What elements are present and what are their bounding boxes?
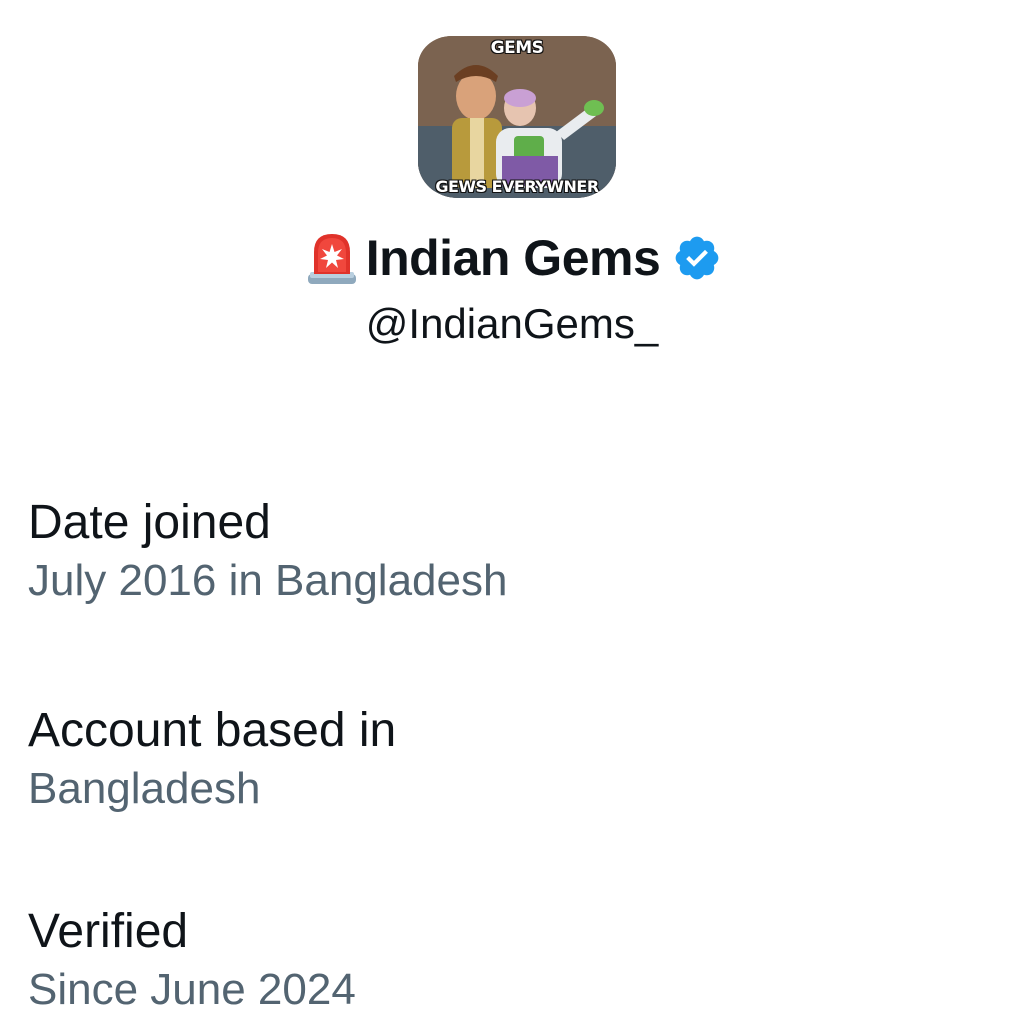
- date-joined-value: July 2016 in Bangladesh: [28, 556, 508, 605]
- verified-value: Since June 2024: [28, 965, 356, 1014]
- verified-label: Verified: [28, 905, 189, 958]
- date-joined-section: Date joined July 2016 in Bangladesh: [28, 494, 507, 610]
- avatar-image: [418, 36, 616, 198]
- profile-name-row: Indian Gems: [0, 228, 1024, 288]
- rotating-light-icon: [307, 234, 356, 284]
- account-based-in-label: Account based in: [28, 704, 397, 757]
- profile-handle: @IndianGems_: [365, 300, 659, 347]
- verified-badge-icon[interactable]: [672, 233, 722, 283]
- avatar-caption-bottom: GEWS EVERYWNER: [435, 177, 599, 196]
- account-based-in-section: Account based in Bangladesh: [28, 702, 396, 818]
- display-name: Indian Gems: [365, 230, 661, 286]
- avatar-caption-top: GEMS: [490, 38, 544, 58]
- profile-avatar[interactable]: GEMS GEWS EVERYWNER: [418, 36, 616, 198]
- verified-section: Verified Since June 2024: [28, 903, 356, 1019]
- date-joined-label: Date joined: [28, 496, 271, 549]
- account-based-in-value: Bangladesh: [28, 764, 261, 813]
